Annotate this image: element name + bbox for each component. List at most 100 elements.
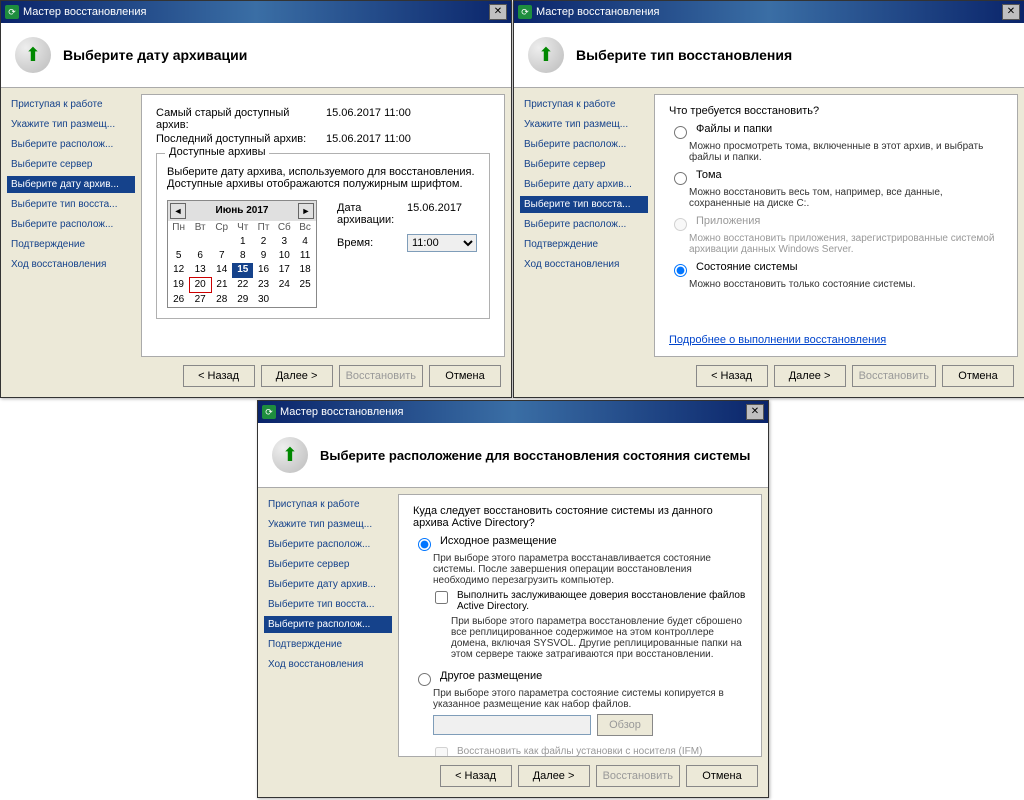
next-month-button[interactable]: ► <box>298 203 314 219</box>
restore-button: Восстановить <box>596 765 680 787</box>
sidebar: Приступая к работе Укажите тип размещ...… <box>514 88 654 357</box>
dialog-select-date: ⟳Мастер восстановления ✕ ⬆ Выберите дату… <box>0 0 512 398</box>
page-title: Выберите расположение для восстановления… <box>320 448 750 463</box>
sidebar-item-server[interactable]: Выберите сервер <box>7 156 135 173</box>
sidebar-item-destination[interactable]: Выберите располож... <box>264 616 392 633</box>
content-pane: Самый старый доступный архив:15.06.2017 … <box>141 94 505 357</box>
browse-button: Обзор <box>597 714 653 736</box>
apps-radio <box>674 218 687 231</box>
dialog-footer: < Назад Далее > Восстановить Отмена <box>514 357 1024 395</box>
next-button[interactable]: Далее > <box>518 765 590 787</box>
sidebar-item-location[interactable]: Выберите располож... <box>264 536 392 553</box>
back-button[interactable]: < Назад <box>696 365 768 387</box>
restore-button: Восстановить <box>852 365 936 387</box>
sidebar-item-date[interactable]: Выберите дату архив... <box>520 176 648 193</box>
sidebar-item-progress[interactable]: Ход восстановления <box>7 256 135 273</box>
wizard-icon: ⬆ <box>272 437 308 473</box>
header: ⬆ Выберите тип восстановления <box>514 23 1024 88</box>
cancel-button[interactable]: Отмена <box>686 765 758 787</box>
prev-month-button[interactable]: ◄ <box>170 203 186 219</box>
sidebar-item-destination[interactable]: Выберите располож... <box>520 216 648 233</box>
sidebar-item-location[interactable]: Выберите располож... <box>520 136 648 153</box>
sidebar-item-progress[interactable]: Ход восстановления <box>520 256 648 273</box>
next-button[interactable]: Далее > <box>774 365 846 387</box>
volumes-desc: Можно восстановить весь том, например, в… <box>689 187 1003 209</box>
sidebar-item-loc-type[interactable]: Укажите тип размещ... <box>264 516 392 533</box>
titlebar: ⟳Мастер восстановления ✕ <box>1 1 511 23</box>
sidebar-item-confirm[interactable]: Подтверждение <box>264 636 392 653</box>
header: ⬆ Выберите дату архивации <box>1 23 511 88</box>
ifm-label: Восстановить как файлы установки с носит… <box>457 746 702 757</box>
authoritative-checkbox[interactable] <box>435 591 448 604</box>
alternate-label: Другое размещение <box>440 670 542 682</box>
sidebar-item-location[interactable]: Выберите располож... <box>7 136 135 153</box>
authoritative-label: Выполнить заслуживающее доверия восстано… <box>457 590 747 612</box>
systemstate-desc: Можно восстановить только состояние сист… <box>689 279 1003 290</box>
time-label: Время: <box>337 237 397 249</box>
wizard-icon: ⬆ <box>528 37 564 73</box>
back-button[interactable]: < Назад <box>440 765 512 787</box>
calendar-grid[interactable]: ПнВтСрЧтПтСбВс 1234 567891011 1213141516… <box>168 221 316 307</box>
original-label: Исходное размещение <box>440 535 557 547</box>
calendar[interactable]: ◄ Июнь 2017 ► ПнВтСрЧтПтСбВс 1234 567891… <box>167 200 317 308</box>
systemstate-radio[interactable] <box>674 264 687 277</box>
group-description: Выберите дату архива, используемого для … <box>167 166 479 190</box>
authoritative-desc: При выборе этого параметра восстановлени… <box>451 616 747 660</box>
dialog-select-destination: ⟳Мастер восстановления ✕ ⬆ Выберите расп… <box>257 400 769 798</box>
sidebar-item-confirm[interactable]: Подтверждение <box>520 236 648 253</box>
close-icon[interactable]: ✕ <box>1002 4 1020 20</box>
learn-more-link[interactable]: Подробнее о выполнении восстановления <box>669 334 886 346</box>
window-title: Мастер восстановления <box>536 6 659 18</box>
page-title: Выберите тип восстановления <box>576 47 792 63</box>
dialog-footer: < Назад Далее > Восстановить Отмена <box>1 357 511 395</box>
sidebar: Приступая к работе Укажите тип размещ...… <box>258 488 398 757</box>
prompt: Что требуется восстановить? <box>669 105 1003 117</box>
sidebar-item-date[interactable]: Выберите дату архив... <box>7 176 135 193</box>
sidebar-item-type[interactable]: Выберите тип восста... <box>7 196 135 213</box>
window-title: Мастер восстановления <box>23 6 146 18</box>
group-legend: Доступные архивы <box>165 146 269 158</box>
available-backups-group: Доступные архивы Выберите дату архива, и… <box>156 153 490 319</box>
close-icon[interactable]: ✕ <box>746 404 764 420</box>
sidebar-item-start[interactable]: Приступая к работе <box>520 96 648 113</box>
original-radio[interactable] <box>418 538 431 551</box>
sidebar-item-start[interactable]: Приступая к работе <box>7 96 135 113</box>
sidebar-item-loc-type[interactable]: Укажите тип размещ... <box>520 116 648 133</box>
calendar-month: Июнь 2017 <box>216 206 269 216</box>
sidebar-item-confirm[interactable]: Подтверждение <box>7 236 135 253</box>
alternate-desc: При выборе этого параметра состояние сис… <box>433 688 747 710</box>
newest-value: 15.06.2017 11:00 <box>326 133 411 145</box>
volumes-radio[interactable] <box>674 172 687 185</box>
ifm-checkbox <box>435 747 448 757</box>
cancel-button[interactable]: Отмена <box>942 365 1014 387</box>
wizard-icon: ⬆ <box>15 37 51 73</box>
archive-date-label: Дата архивации: <box>337 202 397 226</box>
alternate-radio[interactable] <box>418 673 431 686</box>
dialog-select-type: ⟳ Мастер восстановления ✕ ⬆ Выберите тип … <box>513 0 1024 398</box>
sidebar-item-server[interactable]: Выберите сервер <box>264 556 392 573</box>
restore-button: Восстановить <box>339 365 423 387</box>
cancel-button[interactable]: Отмена <box>429 365 501 387</box>
sidebar-item-progress[interactable]: Ход восстановления <box>264 656 392 673</box>
content-pane: Что требуется восстановить? Файлы и папк… <box>654 94 1018 357</box>
next-button[interactable]: Далее > <box>261 365 333 387</box>
files-label: Файлы и папки <box>696 123 772 135</box>
close-icon[interactable]: ✕ <box>489 4 507 20</box>
sidebar-item-server[interactable]: Выберите сервер <box>520 156 648 173</box>
sidebar-item-date[interactable]: Выберите дату архив... <box>264 576 392 593</box>
files-radio[interactable] <box>674 126 687 139</box>
back-button[interactable]: < Назад <box>183 365 255 387</box>
sidebar: Приступая к работе Укажите тип размещ...… <box>1 88 141 357</box>
sidebar-item-start[interactable]: Приступая к работе <box>264 496 392 513</box>
content-pane: Куда следует восстановить состояние сист… <box>398 494 762 757</box>
sidebar-item-destination[interactable]: Выберите располож... <box>7 216 135 233</box>
prompt: Куда следует восстановить состояние сист… <box>413 505 747 529</box>
titlebar: ⟳Мастер восстановления ✕ <box>258 401 768 423</box>
app-icon: ⟳ <box>518 5 532 19</box>
window-title: Мастер восстановления <box>280 406 403 418</box>
sidebar-item-type[interactable]: Выберите тип восста... <box>520 196 648 213</box>
systemstate-label: Состояние системы <box>696 261 798 273</box>
time-select[interactable]: 11:00 <box>407 234 477 252</box>
sidebar-item-loc-type[interactable]: Укажите тип размещ... <box>7 116 135 133</box>
sidebar-item-type[interactable]: Выберите тип восста... <box>264 596 392 613</box>
